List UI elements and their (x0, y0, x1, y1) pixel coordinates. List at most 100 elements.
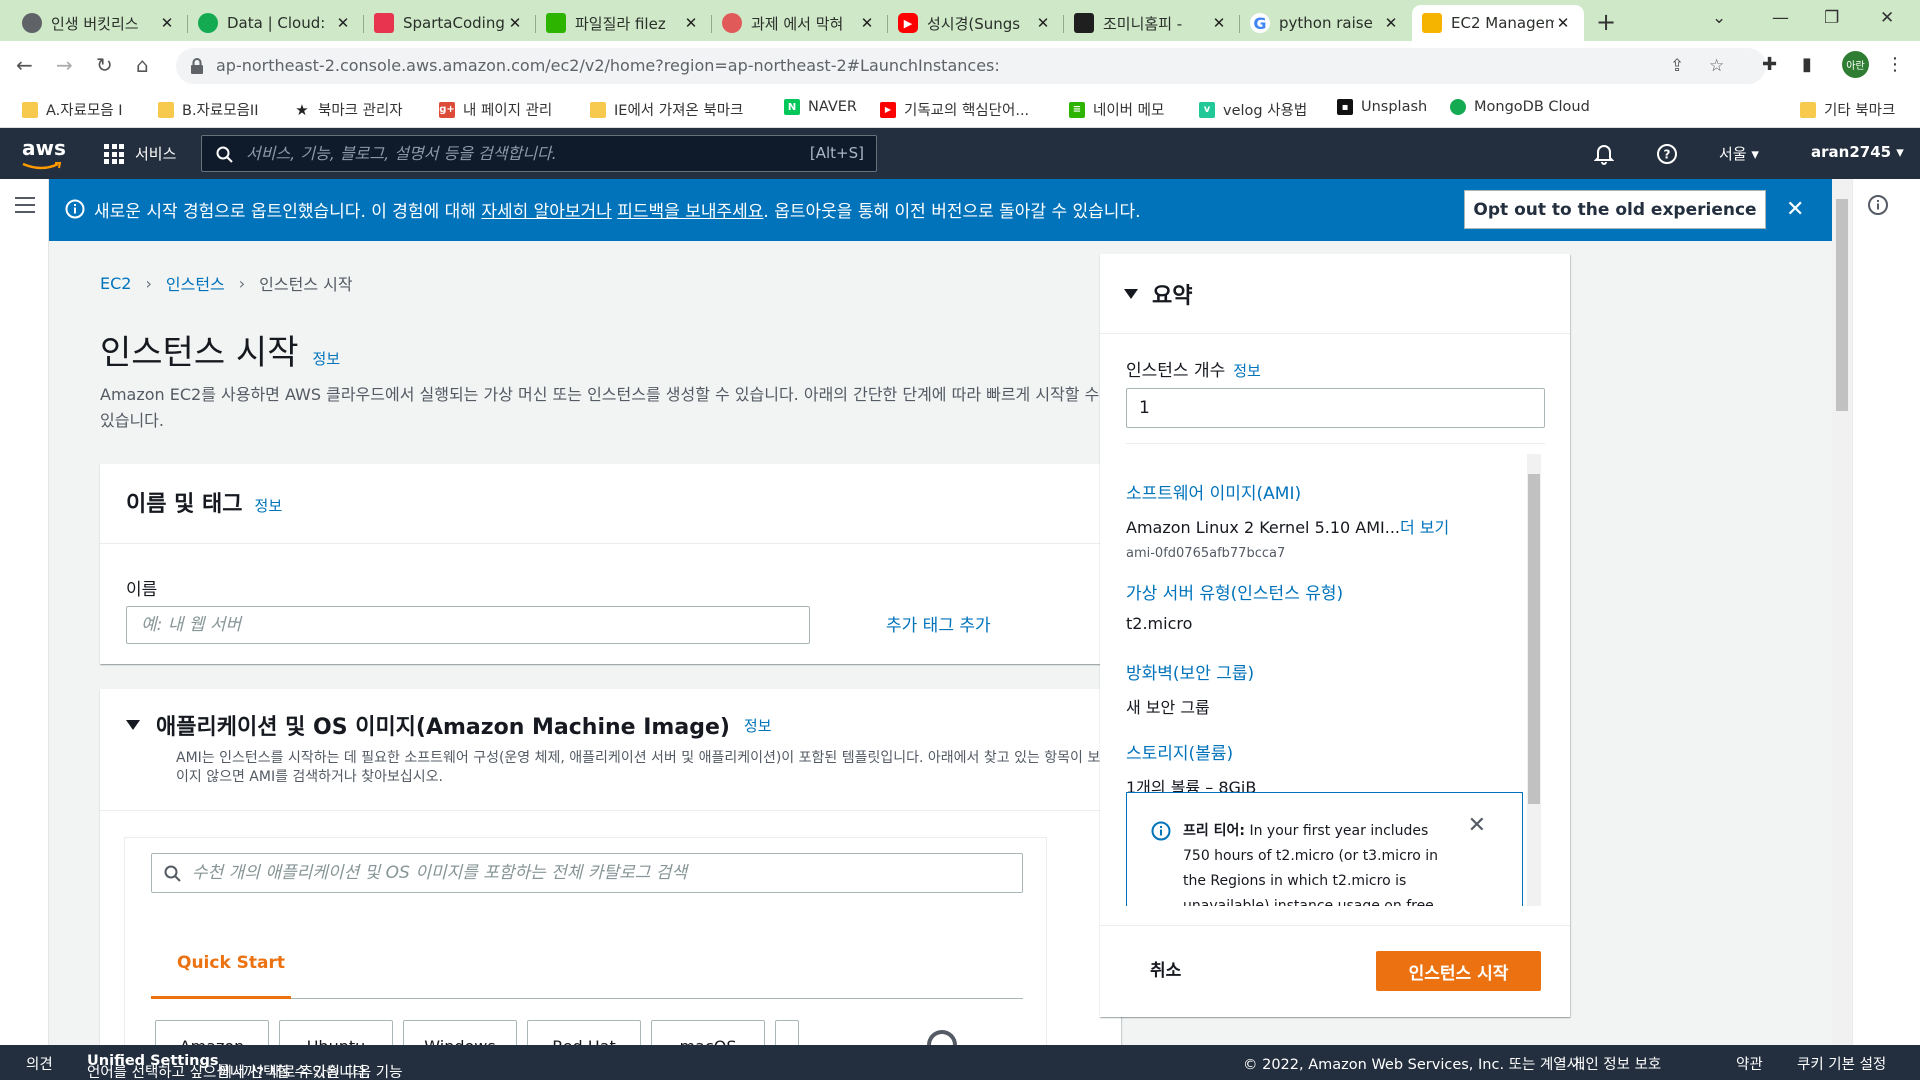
feedback-link[interactable]: 피드백을 보내주세요 (617, 202, 763, 222)
close-icon[interactable]: ✕ (158, 14, 176, 32)
os-tile-more[interactable] (775, 1020, 799, 1045)
free-tier-close-icon[interactable]: ✕ (1468, 813, 1486, 838)
breadcrumb-ec2[interactable]: EC2 (100, 274, 131, 293)
summary-scrollbar[interactable] (1527, 454, 1541, 906)
region-selector[interactable]: 서울 ▾ (1719, 143, 1759, 164)
storage-link[interactable]: 스토리지(볼륨) (1126, 739, 1526, 764)
minimize-icon[interactable]: — (1772, 8, 1789, 28)
window-close-icon[interactable]: ✕ (1880, 8, 1894, 28)
feedback-link[interactable]: 의견 (26, 1053, 53, 1074)
hamburger-menu-icon[interactable] (15, 197, 35, 218)
tab-quick-start[interactable]: Quick Start (177, 953, 285, 973)
add-additional-tags-link[interactable]: 추가 태그 추가 (886, 611, 991, 636)
learn-more-link[interactable]: 자세히 알아보거나 (481, 202, 612, 222)
instance-count-info-link[interactable]: 정보 (1233, 362, 1261, 380)
browser-tab[interactable]: 인생 버킷리스 ✕ (12, 5, 188, 41)
close-icon[interactable]: ✕ (506, 14, 524, 32)
close-icon[interactable]: ✕ (858, 14, 876, 32)
new-tab-button[interactable]: + (1596, 8, 1616, 36)
bookmark-item[interactable]: IE에서 가져온 북마크 (590, 99, 743, 120)
privacy-link[interactable]: 개인 정보 보호 (1572, 1053, 1661, 1074)
menu-kebab-icon[interactable]: ⋮ (1886, 54, 1904, 75)
browser-tab-active[interactable]: EC2 Managem ✕ (1412, 5, 1584, 41)
browser-tab[interactable]: Gpython raise ✕ (1240, 5, 1412, 41)
bookmark-item[interactable]: MongoDB Cloud (1450, 99, 1590, 115)
profile-avatar[interactable]: 아란 (1842, 51, 1869, 78)
bookmark-item[interactable]: B.자료모음II (158, 99, 258, 120)
name-tags-info-link[interactable]: 정보 (255, 497, 283, 515)
side-panel-icon[interactable]: ▮ (1802, 54, 1812, 75)
console-search-input[interactable] (246, 136, 766, 171)
page-info-link[interactable]: 정보 (313, 350, 341, 368)
browser-tab[interactable]: 조미니홈피 - ✕ (1064, 5, 1240, 41)
os-tile-windows[interactable]: Windows (403, 1020, 517, 1045)
tab-search-icon[interactable]: ⌄ (1712, 8, 1726, 28)
breadcrumb-instances[interactable]: 인스턴스 (166, 271, 225, 295)
summary-scrollbar-thumb[interactable] (1528, 474, 1540, 804)
home-icon[interactable]: ⌂ (136, 53, 149, 77)
account-menu[interactable]: aran2745 ▾ (1811, 143, 1904, 161)
forward-icon[interactable]: → (56, 53, 73, 77)
bookmark-item[interactable]: ▶ 기독교의 핵심단어... (880, 99, 1029, 120)
ami-info-link[interactable]: 정보 (744, 715, 772, 736)
bookmark-item[interactable]: ▪ Unsplash (1337, 99, 1427, 115)
bookmark-item[interactable]: ≡ 네이버 메모 (1069, 99, 1164, 120)
back-icon[interactable]: ← (16, 53, 33, 77)
bookmark-item[interactable]: N NAVER (784, 99, 857, 115)
cookie-preferences-link[interactable]: 쿠키 기본 설정 (1797, 1053, 1886, 1074)
services-grid-icon[interactable] (104, 144, 124, 164)
terms-link[interactable]: 약관 (1736, 1053, 1763, 1074)
bell-icon[interactable] (1594, 143, 1614, 165)
services-menu[interactable]: 서비스 (135, 143, 176, 164)
bookmark-item[interactable]: 기타 북마크 (1800, 99, 1895, 120)
browser-tab[interactable]: 과제 에서 막혀 ✕ (712, 5, 888, 41)
browser-tab[interactable]: 파일질라 filez ✕ (536, 5, 712, 41)
os-tile-macos[interactable]: macOS (651, 1020, 765, 1045)
search-icon (164, 865, 181, 882)
launch-instance-button[interactable]: 인스턴스 시작 (1376, 951, 1541, 991)
info-panel-icon[interactable] (1867, 194, 1889, 216)
close-icon[interactable]: ✕ (1210, 14, 1228, 32)
address-bar[interactable]: ap-northeast-2.console.aws.amazon.com/ec… (176, 48, 1766, 84)
firewall-link[interactable]: 방화벽(보안 그룹) (1126, 659, 1526, 684)
close-icon[interactable]: ✕ (1554, 14, 1572, 32)
os-tile-redhat[interactable]: Red Hat (527, 1020, 641, 1045)
bookmark-item[interactable]: ★ 북마크 관리자 (294, 99, 402, 120)
console-search[interactable]: [Alt+S] (201, 135, 877, 172)
aws-logo[interactable]: aws (22, 136, 66, 160)
browser-tab[interactable]: SpartaCoding ✕ (364, 5, 536, 41)
see-more-link[interactable]: 더 보기 (1400, 518, 1449, 537)
page-scrollbar-thumb[interactable] (1836, 199, 1848, 411)
banner-close-icon[interactable]: ✕ (1786, 197, 1804, 222)
summary-header[interactable]: 요약 (1100, 254, 1570, 334)
os-tile-ubuntu[interactable]: Ubuntu (279, 1020, 393, 1045)
main-content: 새로운 시작 경험으로 옵트인했습니다. 이 경험에 대해 자세히 알아보거나 … (49, 179, 1832, 1045)
browser-tab[interactable]: Data | Cloud: ✕ (188, 5, 364, 41)
reload-icon[interactable]: ↻ (96, 53, 113, 77)
name-input[interactable] (126, 606, 810, 644)
close-icon[interactable]: ✕ (682, 14, 700, 32)
bookmark-star-icon[interactable]: ☆ (1709, 56, 1724, 76)
close-icon[interactable]: ✕ (1382, 14, 1400, 32)
bookmark-item[interactable]: A.자료모음 I (22, 99, 123, 120)
share-icon[interactable]: ⇪ (1670, 56, 1684, 76)
ami-link[interactable]: 소프트웨어 이미지(AMI) (1126, 479, 1526, 504)
opt-out-button[interactable]: Opt out to the old experience (1464, 190, 1766, 229)
close-icon[interactable]: ✕ (334, 14, 352, 32)
instance-type-link[interactable]: 가상 서버 유형(인스턴스 유형) (1126, 579, 1526, 604)
extensions-icon[interactable]: ✚ (1762, 54, 1777, 75)
restore-icon[interactable]: ❐ (1824, 8, 1839, 28)
browser-tab[interactable]: ▶ 성시경(Sungs ✕ (888, 5, 1064, 41)
close-icon[interactable]: ✕ (1034, 14, 1052, 32)
help-icon[interactable]: ? (1656, 143, 1678, 165)
ami-search-input[interactable] (192, 854, 992, 892)
instance-count-input[interactable] (1126, 388, 1545, 428)
bookmark-item[interactable]: g+ 내 페이지 관리 (439, 99, 552, 120)
info-circle-icon (1151, 821, 1171, 841)
ami-panel-title[interactable]: 애플리케이션 및 OS 이미지(Amazon Machine Image) 정보 (126, 709, 1095, 741)
bookmark-item[interactable]: v velog 사용법 (1199, 99, 1307, 120)
ami-search[interactable] (151, 853, 1023, 893)
os-tile-amazon[interactable]: Amazon (155, 1020, 269, 1045)
cancel-button[interactable]: 취소 (1150, 956, 1181, 981)
page-scrollbar[interactable] (1832, 179, 1852, 1045)
